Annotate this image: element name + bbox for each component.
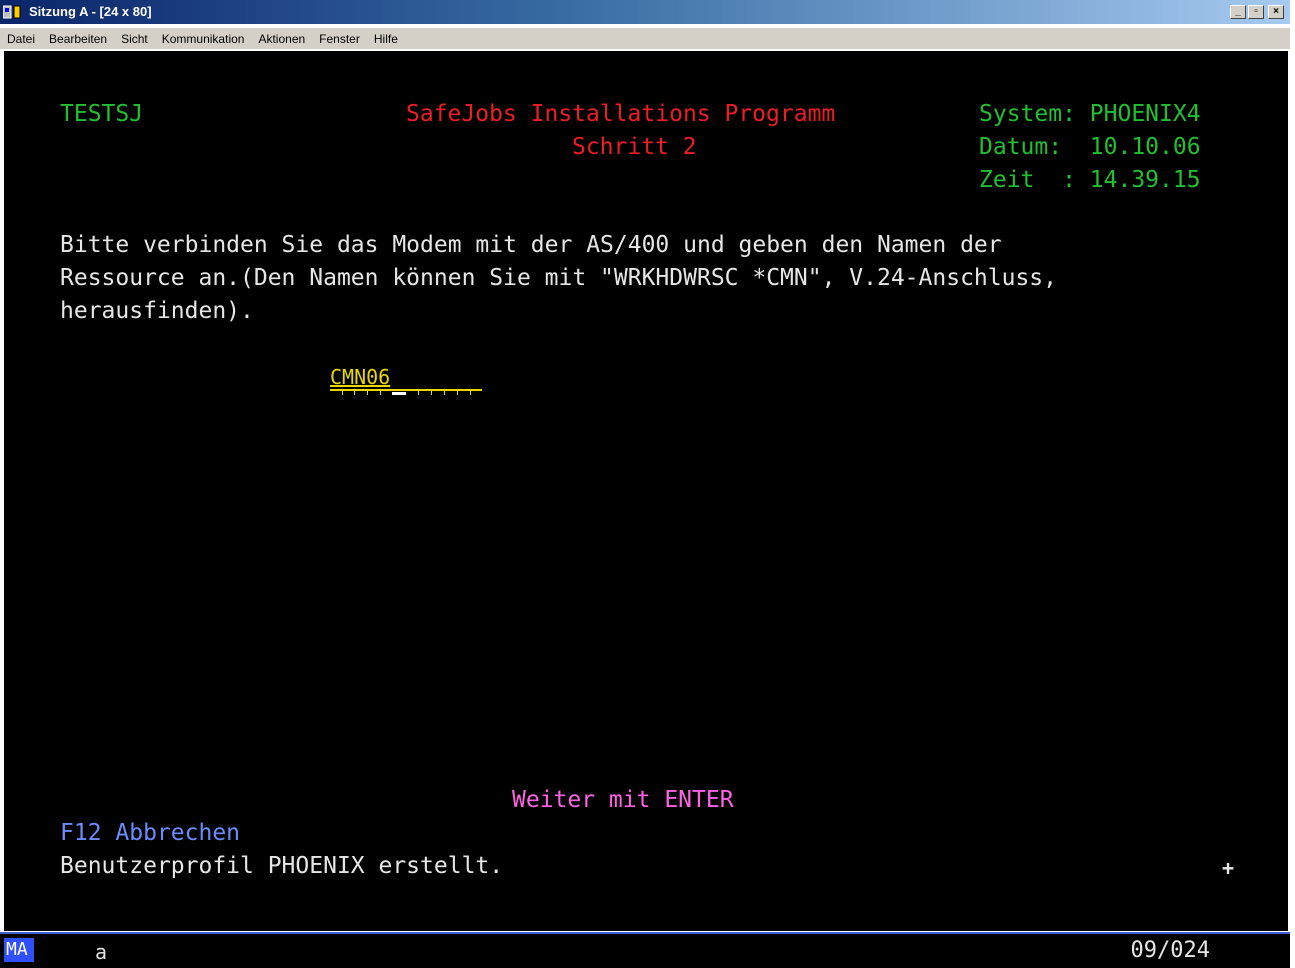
- menu-aktionen[interactable]: Aktionen: [251, 32, 312, 46]
- instruction-line-2: Ressource an.(Den Namen können Sie mit "…: [60, 265, 1057, 291]
- resource-name-value: CMN06: [330, 365, 391, 389]
- mode-indicator: MA: [4, 938, 34, 962]
- field-tick: [354, 391, 355, 395]
- menu-hilfe[interactable]: Hilfe: [367, 32, 405, 46]
- text-cursor: [392, 392, 406, 395]
- menu-bearbeiten[interactable]: Bearbeiten: [42, 32, 114, 46]
- window-edge: [1290, 0, 1295, 968]
- maximize-button[interactable]: ▫: [1248, 5, 1264, 19]
- terminal-app-icon: [3, 5, 21, 19]
- menu-bar: Datei Bearbeiten Sicht Kommunikation Akt…: [0, 28, 1290, 49]
- emulator-window: Sitzung A - [24 x 80] _ ▫ × Datei Bearbe…: [0, 0, 1295, 968]
- field-tick: [380, 391, 381, 395]
- resource-name-input[interactable]: CMN06: [330, 363, 482, 395]
- input-underline: [330, 389, 482, 391]
- status-message: Benutzerprofil PHOENIX erstellt.: [60, 853, 504, 879]
- field-tick: [418, 391, 419, 395]
- program-id: TESTSJ: [60, 101, 144, 127]
- field-tick: [431, 391, 432, 395]
- close-button[interactable]: ×: [1268, 5, 1284, 19]
- cursor-position: 09/024: [1130, 938, 1210, 963]
- menu-kommunikation[interactable]: Kommunikation: [155, 32, 252, 46]
- window-controls: _ ▫ ×: [1230, 5, 1284, 19]
- more-indicator: +: [1221, 856, 1234, 880]
- field-tick: [470, 391, 471, 395]
- f12-cancel-key[interactable]: F12 Abbrechen: [60, 818, 240, 848]
- field-tick: [444, 391, 445, 395]
- screen-title: SafeJobs Installations Programm: [406, 101, 836, 127]
- field-tick: [342, 391, 343, 395]
- minimize-button[interactable]: _: [1230, 5, 1246, 19]
- menu-sicht[interactable]: Sicht: [114, 32, 155, 46]
- menu-datei[interactable]: Datei: [0, 32, 42, 46]
- time-line: Zeit : 14.39.15: [979, 167, 1201, 193]
- field-tick: [367, 391, 368, 395]
- system-line: System: PHOENIX4: [979, 101, 1201, 127]
- field-tick: [457, 391, 458, 395]
- continue-hint: Weiter mit ENTER: [512, 787, 734, 813]
- title-bar[interactable]: Sitzung A - [24 x 80] _ ▫ ×: [0, 0, 1290, 24]
- status-line: MA a 09/024: [0, 932, 1290, 968]
- screen-subtitle: Schritt 2: [572, 134, 697, 160]
- instruction-line-3: herausfinden).: [60, 298, 254, 324]
- terminal-screen[interactable]: TESTSJ SafeJobs Installations Programm S…: [4, 51, 1288, 931]
- date-line: Datum: 10.10.06: [979, 134, 1201, 160]
- window-title: Sitzung A - [24 x 80]: [29, 4, 152, 19]
- instruction-line-1: Bitte verbinden Sie das Modem mit der AS…: [60, 232, 1002, 258]
- session-indicator: a: [95, 940, 108, 964]
- menu-fenster[interactable]: Fenster: [312, 32, 367, 46]
